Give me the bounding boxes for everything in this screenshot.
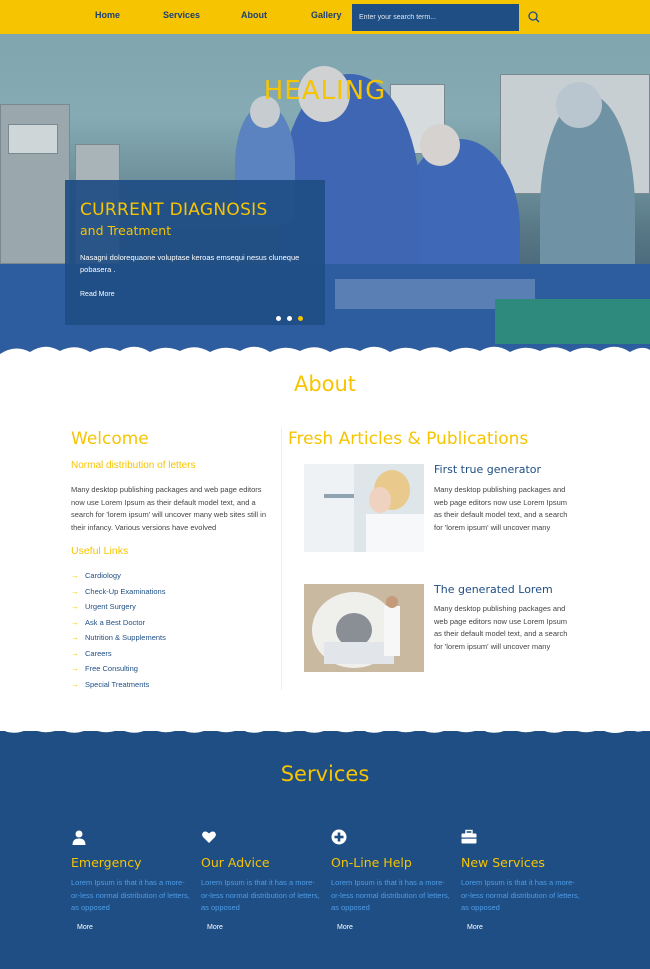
hero-caption: CURRENT DIAGNOSIS and Treatment Nasagni … — [65, 180, 325, 325]
service-text: Lorem Ipsum is that it has a more-or-les… — [201, 878, 320, 912]
heart-icon — [201, 829, 217, 845]
service-title: New Services — [461, 855, 545, 870]
arrow-right-icon: → — [71, 602, 79, 611]
person-shape — [420, 124, 460, 166]
nav-gallery[interactable]: Gallery — [311, 10, 342, 20]
service-text: Lorem Ipsum is that it has a more-or-les… — [71, 878, 190, 912]
cloud-divider — [0, 346, 650, 362]
search-icon[interactable] — [525, 8, 543, 26]
service-text: Lorem Ipsum is that it has a more-or-les… — [461, 878, 580, 912]
nav-about[interactable]: About — [241, 10, 267, 20]
arrow-right-icon: → — [71, 586, 79, 596]
useful-links-heading: Useful Links — [71, 545, 129, 557]
article-title[interactable]: The generated Lorem — [434, 583, 553, 596]
arrow-right-icon: → — [71, 648, 79, 658]
equipment-shape — [8, 124, 58, 154]
useful-link[interactable]: → Nutrition & Supplements — [71, 633, 166, 649]
welcome-text: Many desktop publishing packages and web… — [71, 485, 267, 532]
drape-shape — [495, 299, 650, 344]
arrow-right-icon: → — [71, 664, 79, 673]
service-more-link[interactable]: More — [467, 924, 483, 931]
fresh-articles-heading: Fresh Articles & Publications — [288, 429, 529, 449]
arrow-right-icon: → — [71, 571, 79, 580]
arrow-right-icon: → — [71, 633, 79, 642]
service-title: On-Line Help — [331, 855, 412, 870]
hero-title: HEALING — [263, 76, 387, 106]
top-navigation: Home Services About Gallery — [0, 0, 650, 34]
slide-dot-3[interactable] — [298, 316, 303, 321]
service-title: Emergency — [71, 855, 142, 870]
useful-link[interactable]: → Careers — [71, 649, 166, 665]
welcome-heading: Welcome — [71, 429, 149, 449]
nav-services[interactable]: Services — [163, 10, 200, 20]
useful-link[interactable]: → Check-Up Examinations — [71, 587, 166, 603]
arrow-right-icon: → — [71, 617, 79, 627]
service-title: Our Advice — [201, 855, 270, 870]
plus-circle-icon — [331, 829, 347, 845]
slide-dot-1[interactable] — [276, 316, 281, 321]
search-input[interactable] — [352, 4, 519, 31]
nav-home[interactable]: Home — [95, 10, 120, 20]
service-more-link[interactable]: More — [337, 924, 353, 931]
useful-link[interactable]: → Ask a Best Doctor — [71, 618, 166, 634]
read-more-link[interactable]: Read More — [80, 291, 115, 298]
article-text: Many desktop publishing packages and web… — [434, 485, 568, 532]
services-heading: Services — [280, 762, 370, 786]
column-divider — [281, 428, 282, 690]
hero-slider: HEALING CURRENT DIAGNOSIS and Treatment … — [0, 34, 650, 354]
cloud-divider — [0, 717, 650, 733]
briefcase-icon — [461, 829, 477, 845]
caption-title: CURRENT DIAGNOSIS — [80, 200, 268, 220]
service-text: Lorem Ipsum is that it has a more-or-les… — [331, 878, 450, 912]
useful-link[interactable]: → Special Treatments — [71, 680, 166, 696]
useful-link[interactable]: → Free Consulting — [71, 664, 166, 680]
article-text: Many desktop publishing packages and web… — [434, 604, 568, 651]
welcome-subtitle: Normal distribution of letters — [71, 460, 196, 471]
article-image[interactable] — [304, 464, 424, 552]
article-title[interactable]: First true generator — [434, 463, 541, 476]
caption-text: Nasagni dolorequaone voluptase keroas em… — [80, 253, 300, 274]
caption-subtitle: and Treatment — [80, 223, 172, 238]
user-icon — [71, 829, 87, 845]
useful-links-list: → Cardiology → Check-Up Examinations → Urge… — [71, 571, 166, 695]
slider-pagination — [276, 308, 309, 326]
slide-dot-2[interactable] — [287, 316, 292, 321]
useful-link[interactable]: → Urgent Surgery — [71, 602, 166, 618]
service-more-link[interactable]: More — [77, 924, 93, 931]
useful-link[interactable]: → Cardiology — [71, 571, 166, 587]
service-more-link[interactable]: More — [207, 924, 223, 931]
about-heading: About — [293, 372, 357, 396]
arrow-right-icon: → — [71, 679, 79, 689]
article-image[interactable] — [304, 584, 424, 672]
